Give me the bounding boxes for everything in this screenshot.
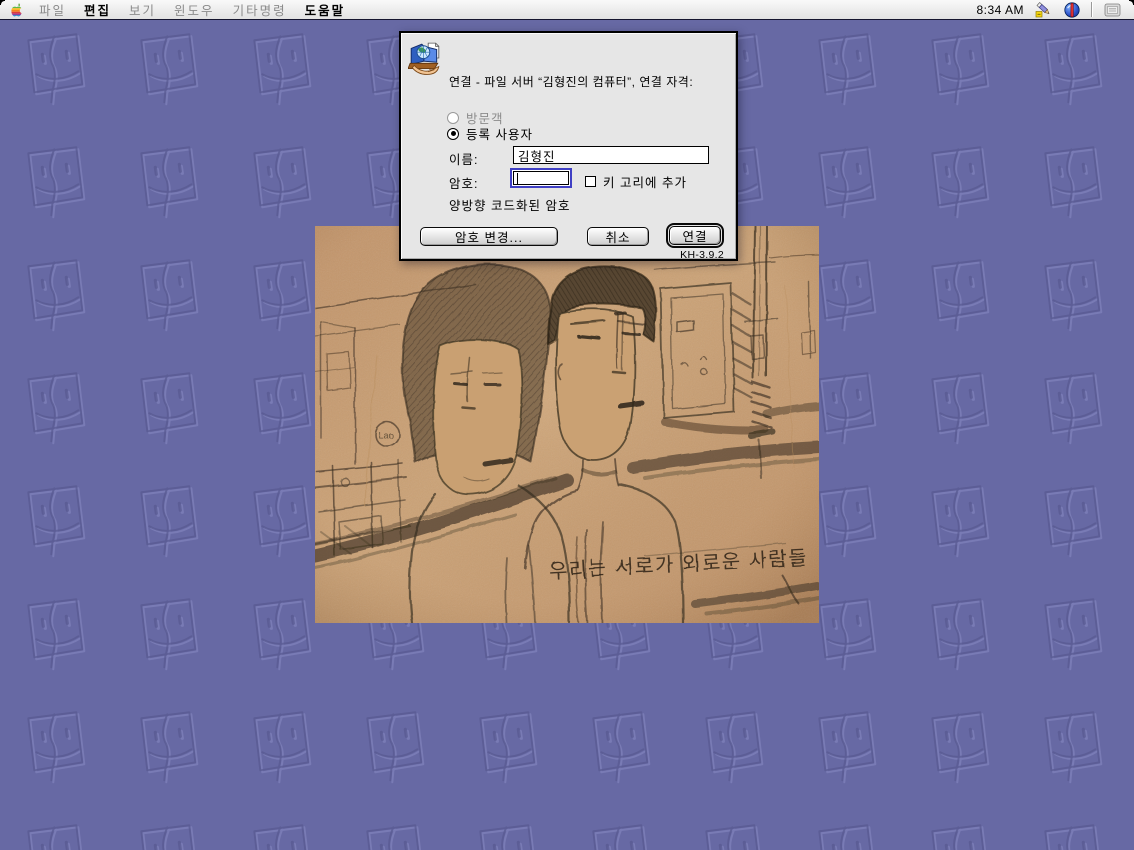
password-hint: 양방향 코드화된 암호 [449,195,570,214]
radio-guest-circle[interactable] [447,112,459,124]
menubar-clock[interactable]: 8:34 AM [976,3,1024,17]
menu-help[interactable]: 도움말 [296,0,355,19]
menubar: 파일 편집 보기 윈도우 기타명령 도움말 8:34 AM [0,0,1134,20]
radio-registered-circle[interactable] [447,128,459,140]
radio-registered-label: 등록 사용자 [466,124,533,143]
menu-window[interactable]: 윈도우 [165,0,224,19]
screen-corner-left [0,0,5,5]
menubar-divider [1091,2,1093,17]
menu-file[interactable]: 파일 [30,0,75,19]
version-label: KH-3.9.2 [680,249,724,261]
dialog-title: 연결 - 파일 서버 “김형진의 컴퓨터”, 연결 자격: [449,73,737,90]
keychain-label: 키 고리에 추가 [603,172,687,191]
sketch-bubble-text: Lao [378,430,393,440]
password-label: 암호: [449,173,478,192]
menu-view[interactable]: 보기 [120,0,165,19]
desktop-picture: Lao 우리는 서로가 외로운 사람들 [315,226,819,623]
password-input[interactable] [510,168,572,188]
keychain-checkbox-row[interactable]: 키 고리에 추가 [585,172,687,191]
apple-logo-icon [10,2,23,18]
radio-registered-user[interactable]: 등록 사용자 [447,124,533,143]
menu-commands[interactable]: 기타명령 [224,0,296,19]
menu-edit[interactable]: 편집 [75,0,120,19]
default-button-ring: 연결 [666,223,724,248]
text-caret [517,173,518,184]
screen-corner-right [1129,0,1134,5]
connect-button[interactable]: 연결 [669,226,721,245]
name-input[interactable] [513,146,709,164]
pencil-input-icon[interactable] [1035,1,1053,18]
name-label: 이름: [449,149,478,168]
keychain-checkbox[interactable] [585,176,596,187]
connect-dialog: 연결 - 파일 서버 “김형진의 컴퓨터”, 연결 자격: 방문객 등록 사용자… [399,31,738,261]
application-icon[interactable] [1064,2,1080,18]
cancel-button[interactable]: 취소 [587,227,649,246]
change-password-button[interactable]: 암호 변경... [420,227,558,246]
appleshare-server-icon [408,41,442,75]
app-switcher-icon[interactable] [1104,2,1121,18]
apple-menu[interactable] [10,2,23,18]
